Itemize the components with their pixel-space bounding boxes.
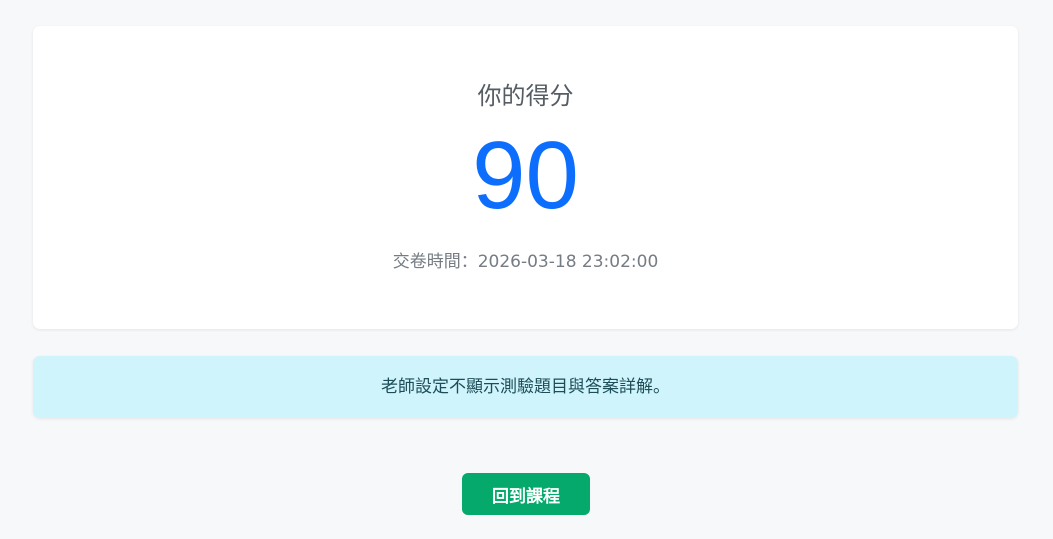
score-card: 你的得分 90 交卷時間：2026-03-18 23:02:00 <box>33 26 1018 329</box>
score-title: 你的得分 <box>477 82 574 110</box>
submit-time: 交卷時間：2026-03-18 23:02:00 <box>392 252 659 272</box>
back-to-course-button[interactable]: 回到課程 <box>462 473 590 515</box>
score-value: 90 <box>472 122 579 229</box>
info-notice: 老師設定不顯示測驗題目與答案詳解。 <box>33 356 1018 418</box>
notice-text: 老師設定不顯示測驗題目與答案詳解。 <box>381 377 670 397</box>
